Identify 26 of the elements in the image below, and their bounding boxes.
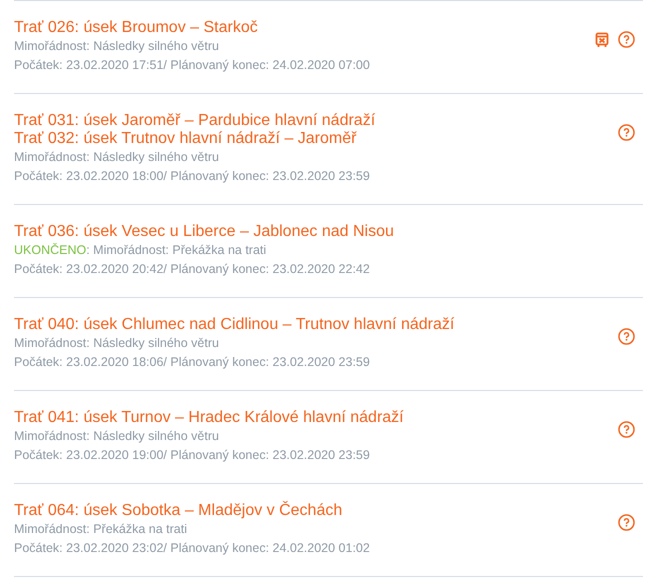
time-range: Počátek: 23.02.2020 19:00/ Plánovaný konec: 23.02.2020 23:59 [14,447,371,464]
status-label: UKONČENO [14,242,86,259]
disruption-type: Mimořádnost: Následky silného větru [14,428,219,445]
route-title[interactable]: Trať 032: úsek Trutnov hlavní nádraží – Jaroměř [14,130,618,148]
help-icon[interactable] [618,421,635,438]
help-icon[interactable] [618,124,635,141]
time-range: Počátek: 23.02.2020 20:42/ Plánovaný konec: 23.02.2020 22:42 [14,261,371,278]
route-title[interactable]: Trať 041: úsek Turnov – Hradec Králové hlavní nádraží [14,409,618,427]
route-title[interactable]: Trať 040: úsek Chlumec nad Cidlinou – Trutnov hlavní nádraží [14,316,618,334]
bus-cancel-icon[interactable] [595,32,609,48]
time-range: Počátek: 23.02.2020 23:02/ Plánovaný konec: 24.02.2020 01:02 [14,540,371,557]
disruption-type: Mimořádnost: Následky silného větru [14,38,219,55]
disruption-type: Mimořádnost: Překážka na trati [14,521,187,538]
help-icon[interactable] [618,31,635,48]
time-range: Počátek: 23.02.2020 18:00/ Plánovaný konec: 23.02.2020 23:59 [14,168,371,185]
disruption-type: : Mimořádnost: Překážka na trati [86,242,266,259]
route-title[interactable]: Trať 031: úsek Jaroměř – Pardubice hlavní nádraží [14,112,618,130]
help-icon[interactable] [618,514,635,531]
disruption-type: Mimořádnost: Následky silného větru [14,149,219,166]
disruption-type: Mimořádnost: Následky silného větru [14,335,219,352]
route-title[interactable]: Trať 026: úsek Broumov – Starkoč [14,19,595,37]
time-range: Počátek: 23.02.2020 18:06/ Plánovaný konec: 23.02.2020 23:59 [14,354,371,371]
route-title[interactable]: Trať 036: úsek Vesec u Liberce – Jablonec nad Nisou [14,223,635,241]
route-title[interactable]: Trať 064: úsek Sobotka – Mladějov v Čechách [14,502,618,520]
time-range: Počátek: 23.02.2020 17:51/ Plánovaný konec: 24.02.2020 07:00 [14,57,371,74]
help-icon[interactable] [618,328,635,345]
